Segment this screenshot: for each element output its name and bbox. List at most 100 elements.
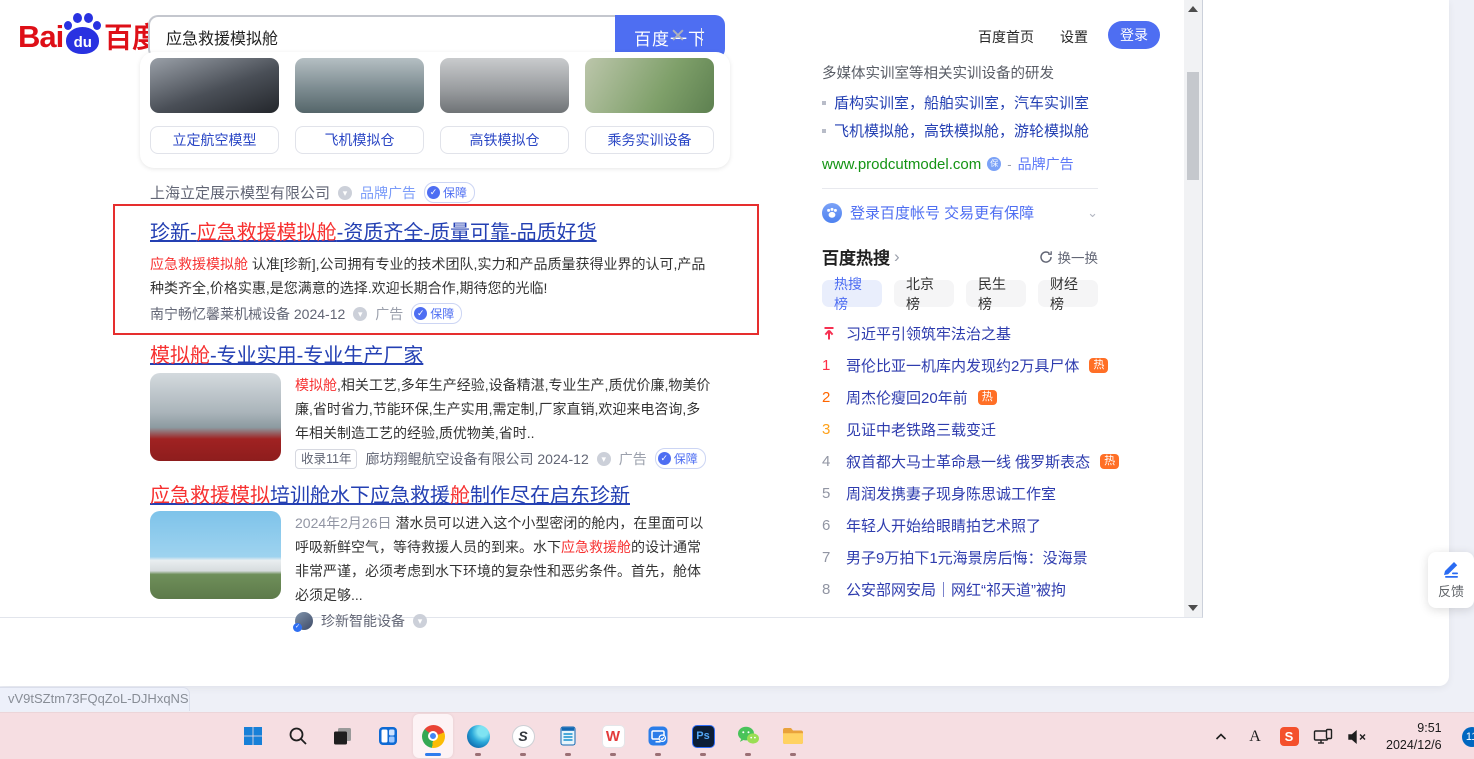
result2-title[interactable]: 模拟舱-专业实用-专业生产厂家	[150, 343, 423, 369]
nav-baidu-home[interactable]: 百度首页	[978, 27, 1034, 47]
hot-rank: 8	[822, 581, 836, 598]
brand-company: 上海立定展示模型有限公司	[150, 182, 330, 203]
scrollbar-thumb[interactable]	[1187, 72, 1199, 180]
check-icon: ✓	[427, 186, 440, 199]
highlighted-text: 舱	[450, 485, 470, 507]
scrollbar[interactable]	[1184, 0, 1202, 617]
brand-ad-link[interactable]: 品牌广告	[360, 183, 416, 203]
volume-muted-icon[interactable]	[1346, 725, 1368, 749]
baidu-logo[interactable]: Bai du 百度	[18, 12, 160, 54]
hot-item-1[interactable]: 1哥伦比亚一机库内发现约2万具尸体热	[822, 349, 1098, 381]
hot-item-pinned[interactable]: 习近平引领筑牢法治之基	[822, 317, 1098, 349]
result2-description: 模拟舱,相关工艺,多年生产经验,设备精湛,专业生产,质优价廉,物美价廉,省时省力…	[295, 373, 711, 445]
taskbar-tray: AS 9:51 2024/12/6 11	[1210, 713, 1474, 759]
protection-badge: ✓ 保障	[424, 182, 475, 203]
chevron-down-icon[interactable]: ▾	[338, 186, 352, 200]
taskbar-edge[interactable]	[458, 714, 498, 758]
protection-badge: ✓ 保障	[411, 303, 462, 324]
result1-title[interactable]: 珍新-应急救援模拟舱-资质齐全-质量可靠-品质好货	[150, 220, 597, 246]
sidebar-url[interactable]: www.prodcutmodel.com	[822, 156, 981, 173]
sidebar-brand-ad-link[interactable]: 品牌广告	[1018, 154, 1074, 174]
hot-item-text: 习近平引领筑牢法治之基	[846, 323, 1011, 344]
chevron-down-icon[interactable]: ⌄	[1087, 205, 1098, 221]
result1-source-row: 南宁畅忆馨莱机械设备 2024-12 ▾ 广告 ✓ 保障	[150, 303, 462, 324]
hot-tab-2[interactable]: 北京榜	[894, 280, 954, 307]
hot-rank: 4	[822, 453, 836, 470]
taskbar-wps[interactable]: W	[593, 714, 633, 758]
taskbar-search[interactable]	[278, 714, 318, 758]
taskbar-task-view[interactable]	[323, 714, 363, 758]
text-segment: -专业实用-专业生产厂家	[210, 345, 423, 367]
hot-rank: 5	[822, 485, 836, 502]
chevron-up-icon[interactable]	[1210, 725, 1232, 749]
highlighted-text: 模拟舱	[150, 345, 210, 367]
hot-tab-4[interactable]: 财经榜	[1038, 280, 1098, 307]
scroll-up-icon[interactable]	[1188, 6, 1198, 12]
hot-tab-3[interactable]: 民生榜	[966, 280, 1026, 307]
result1-source: 南宁畅忆馨莱机械设备 2024-12	[150, 304, 345, 324]
text-segment: 培训舱水下应急救援	[270, 485, 450, 507]
taskbar-wechat[interactable]	[728, 714, 768, 758]
hot-tab-1[interactable]: 热搜榜	[822, 280, 882, 307]
result2-body: 模拟舱,相关工艺,多年生产经验,设备精湛,专业生产,质优价廉,物美价廉,省时省力…	[150, 373, 711, 469]
refresh-icon	[1039, 250, 1053, 264]
brand-thumbnail-1[interactable]	[150, 58, 279, 113]
taskbar-sogou[interactable]: S	[503, 714, 543, 758]
hot-item-7[interactable]: 7男子9万拍下1元海景房后悔：没海景	[822, 541, 1098, 573]
result3-thumbnail[interactable]	[150, 511, 281, 599]
taskbar-security[interactable]	[638, 714, 678, 758]
hot-item-2[interactable]: 2周杰伦瘦回20年前热	[822, 381, 1098, 413]
chevron-down-icon[interactable]: ▾	[353, 307, 367, 321]
search-icon	[287, 725, 309, 747]
clock-time: 9:51	[1417, 721, 1441, 735]
chevron-down-icon[interactable]: ▾	[413, 614, 427, 628]
hot-refresh-button[interactable]: 换一换	[1039, 247, 1099, 267]
hot-rank: 3	[822, 421, 836, 438]
taskbar-chrome[interactable]	[413, 714, 453, 758]
running-indicator	[700, 753, 706, 756]
brand-thumbnail-3[interactable]	[440, 58, 569, 113]
brand-thumbnail-4[interactable]	[585, 58, 714, 113]
scroll-down-icon[interactable]	[1188, 605, 1198, 611]
running-indicator	[655, 753, 661, 756]
hot-item-text: 年轻人开始给眼睛拍艺术照了	[846, 515, 1041, 536]
sidebar-link[interactable]: 飞机模拟舱，高铁模拟舱，游轮模拟舱	[822, 120, 1098, 141]
brand-thumbnail-2[interactable]	[295, 58, 424, 113]
taskbar-clock[interactable]: 9:51 2024/12/6	[1386, 720, 1442, 753]
hot-item-4[interactable]: 4叙首都大马士革命悬一线 俄罗斯表态热	[822, 445, 1098, 477]
hot-item-8[interactable]: 8公安部网安局｜网红“祁天道”被拘	[822, 573, 1098, 605]
login-button[interactable]: 登录	[1108, 21, 1160, 49]
check-icon: ✓	[658, 452, 671, 465]
hot-item-3[interactable]: 3见证中老铁路三载变迁	[822, 413, 1098, 445]
ime-a-icon[interactable]: A	[1244, 725, 1266, 749]
clear-icon[interactable]: ✕	[668, 27, 688, 47]
notification-badge[interactable]: 11	[1462, 727, 1474, 747]
sogou-tray-icon[interactable]: S	[1278, 725, 1300, 749]
login-tip-row[interactable]: 登录百度帐号 交易更有保障 ⌄	[822, 202, 1098, 223]
brand-thumb-label[interactable]: 乘务实训设备	[585, 126, 714, 154]
chevron-down-icon[interactable]: ▾	[597, 452, 611, 466]
taskbar-widgets[interactable]	[368, 714, 408, 758]
sidebar-link[interactable]: 盾构实训室，船舶实训室，汽车实训室	[822, 92, 1098, 113]
result2-thumbnail[interactable]	[150, 373, 281, 461]
ad-label: 广告	[375, 304, 403, 324]
brand-thumb-label[interactable]: 飞机模拟仓	[295, 126, 424, 154]
result3-title[interactable]: 应急救援模拟培训舱水下应急救援舱制作尽在启东珍新	[150, 483, 630, 509]
taskbar-start[interactable]	[233, 714, 273, 758]
taskbar-explorer[interactable]	[773, 714, 813, 758]
taskbar-notepad[interactable]	[548, 714, 588, 758]
cast-icon[interactable]	[1312, 725, 1334, 749]
hot-item-6[interactable]: 6年轻人开始给眼睛拍艺术照了	[822, 509, 1098, 541]
running-indicator	[475, 753, 481, 756]
result3-body: 2024年2月26日 潜水员可以进入这个小型密闭的舱内，在里面可以呼吸新鲜空气，…	[150, 511, 711, 631]
brand-thumb-label[interactable]: 立定航空模型	[150, 126, 279, 154]
hot-item-5[interactable]: 5 周润发携妻子现身陈思诚工作室	[822, 477, 1098, 509]
brand-thumb-label[interactable]: 高铁模拟仓	[440, 126, 569, 154]
divider	[822, 188, 1098, 189]
hot-search-title[interactable]: 百度热搜	[822, 244, 890, 269]
hot-item-text: 周润发携妻子现身陈思诚工作室	[846, 483, 1056, 504]
nav-settings[interactable]: 设置	[1060, 27, 1088, 47]
highlighted-text: 应急救援模拟舱	[197, 222, 337, 244]
taskbar-photoshop[interactable]: Ps	[683, 714, 723, 758]
feedback-button[interactable]: 反馈	[1428, 552, 1474, 608]
